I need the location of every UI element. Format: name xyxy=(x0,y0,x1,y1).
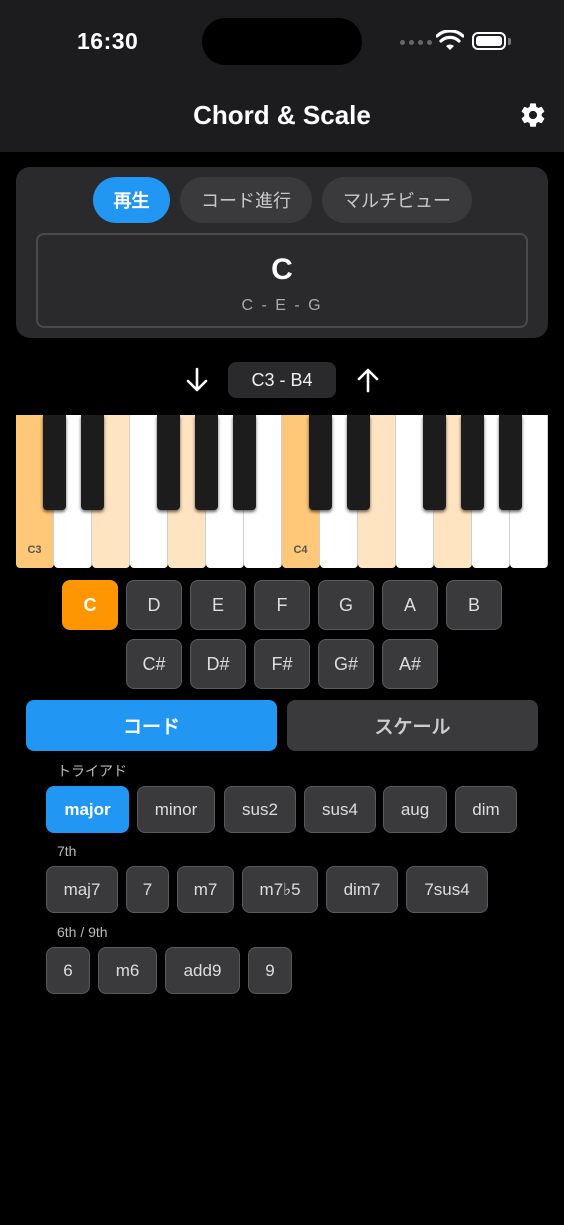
piano-black-key-d-sharp[interactable] xyxy=(346,415,370,510)
mode-chord-button[interactable]: コード xyxy=(26,700,277,751)
cellular-signal-icon xyxy=(400,40,432,45)
status-bar: 16:30 xyxy=(0,0,564,82)
root-note-button-b[interactable]: B xyxy=(446,580,502,630)
root-note-button-g-sharp[interactable]: G# xyxy=(318,639,374,689)
root-note-button-a[interactable]: A xyxy=(382,580,438,630)
gear-icon[interactable] xyxy=(519,101,547,129)
piano-key-label: C3 xyxy=(27,544,42,556)
chord-type-button-dim[interactable]: dim xyxy=(455,786,517,833)
root-note-button-f[interactable]: F xyxy=(254,580,310,630)
status-time: 16:30 xyxy=(77,28,139,54)
chord-name: C xyxy=(271,253,293,286)
section-label-triad: トライアド xyxy=(57,763,127,779)
chord-type-button-6[interactable]: 6 xyxy=(46,947,90,994)
chord-notes: C - E - G xyxy=(241,297,323,314)
wifi-icon xyxy=(436,30,464,50)
page-title: Chord & Scale xyxy=(193,100,371,130)
chord-type-button-m6[interactable]: m6 xyxy=(98,947,157,994)
chord-type-button-major[interactable]: major xyxy=(46,786,129,833)
chord-type-button-m7b5[interactable]: m7♭5 xyxy=(242,866,318,913)
root-note-button-g[interactable]: G xyxy=(318,580,374,630)
piano-black-key-f-sharp[interactable] xyxy=(156,415,180,510)
chord-type-button-7sus4[interactable]: 7sus4 xyxy=(406,866,488,913)
tab-chord-progression[interactable]: コード進行 xyxy=(180,177,312,223)
arrow-down-icon[interactable] xyxy=(179,362,215,398)
root-note-button-e[interactable]: E xyxy=(190,580,246,630)
tab-play[interactable]: 再生 xyxy=(93,177,170,223)
octave-range-row: C3 - B4 xyxy=(0,362,564,398)
root-note-button-f-sharp[interactable]: F# xyxy=(254,639,310,689)
root-note-button-c[interactable]: C xyxy=(62,580,118,630)
arrow-up-icon[interactable] xyxy=(350,362,386,398)
piano-black-key-a-sharp[interactable] xyxy=(498,415,522,510)
chord-type-button-7[interactable]: 7 xyxy=(126,866,169,913)
piano-black-key-c-sharp[interactable] xyxy=(42,415,66,510)
octave-range-label: C3 - B4 xyxy=(228,362,336,398)
piano-black-key-d-sharp[interactable] xyxy=(80,415,104,510)
piano-black-key-g-sharp[interactable] xyxy=(460,415,484,510)
piano-keyboard: C3 C4 xyxy=(16,415,548,568)
root-note-button-d-sharp[interactable]: D# xyxy=(190,639,246,689)
chord-type-button-sus2[interactable]: sus2 xyxy=(224,786,296,833)
section-label-sixth-ninth: 6th / 9th xyxy=(57,924,108,940)
chord-type-button-9[interactable]: 9 xyxy=(248,947,292,994)
chord-type-button-minor[interactable]: minor xyxy=(137,786,215,833)
chord-type-button-m7[interactable]: m7 xyxy=(177,866,234,913)
piano-black-key-a-sharp[interactable] xyxy=(232,415,256,510)
piano-black-key-f-sharp[interactable] xyxy=(422,415,446,510)
battery-icon xyxy=(472,32,506,50)
chord-type-button-maj7[interactable]: maj7 xyxy=(46,866,118,913)
chord-type-button-aug[interactable]: aug xyxy=(383,786,447,833)
chord-display: C C - E - G xyxy=(36,233,528,328)
root-note-button-c-sharp[interactable]: C# xyxy=(126,639,182,689)
battery-nub xyxy=(508,38,511,45)
piano-black-key-c-sharp[interactable] xyxy=(308,415,332,510)
nav-bar: Chord & Scale xyxy=(0,82,564,152)
root-note-button-d[interactable]: D xyxy=(126,580,182,630)
section-label-seventh: 7th xyxy=(57,843,77,859)
mode-scale-button[interactable]: スケール xyxy=(287,700,538,751)
root-note-button-a-sharp[interactable]: A# xyxy=(382,639,438,689)
piano-black-key-g-sharp[interactable] xyxy=(194,415,218,510)
chord-type-button-sus4[interactable]: sus4 xyxy=(304,786,376,833)
dynamic-island xyxy=(202,18,362,65)
chord-type-button-dim7[interactable]: dim7 xyxy=(326,866,398,913)
tab-multi-view[interactable]: マルチビュー xyxy=(322,177,472,223)
chord-type-button-add9[interactable]: add9 xyxy=(165,947,240,994)
piano-key-label: C4 xyxy=(293,544,308,556)
